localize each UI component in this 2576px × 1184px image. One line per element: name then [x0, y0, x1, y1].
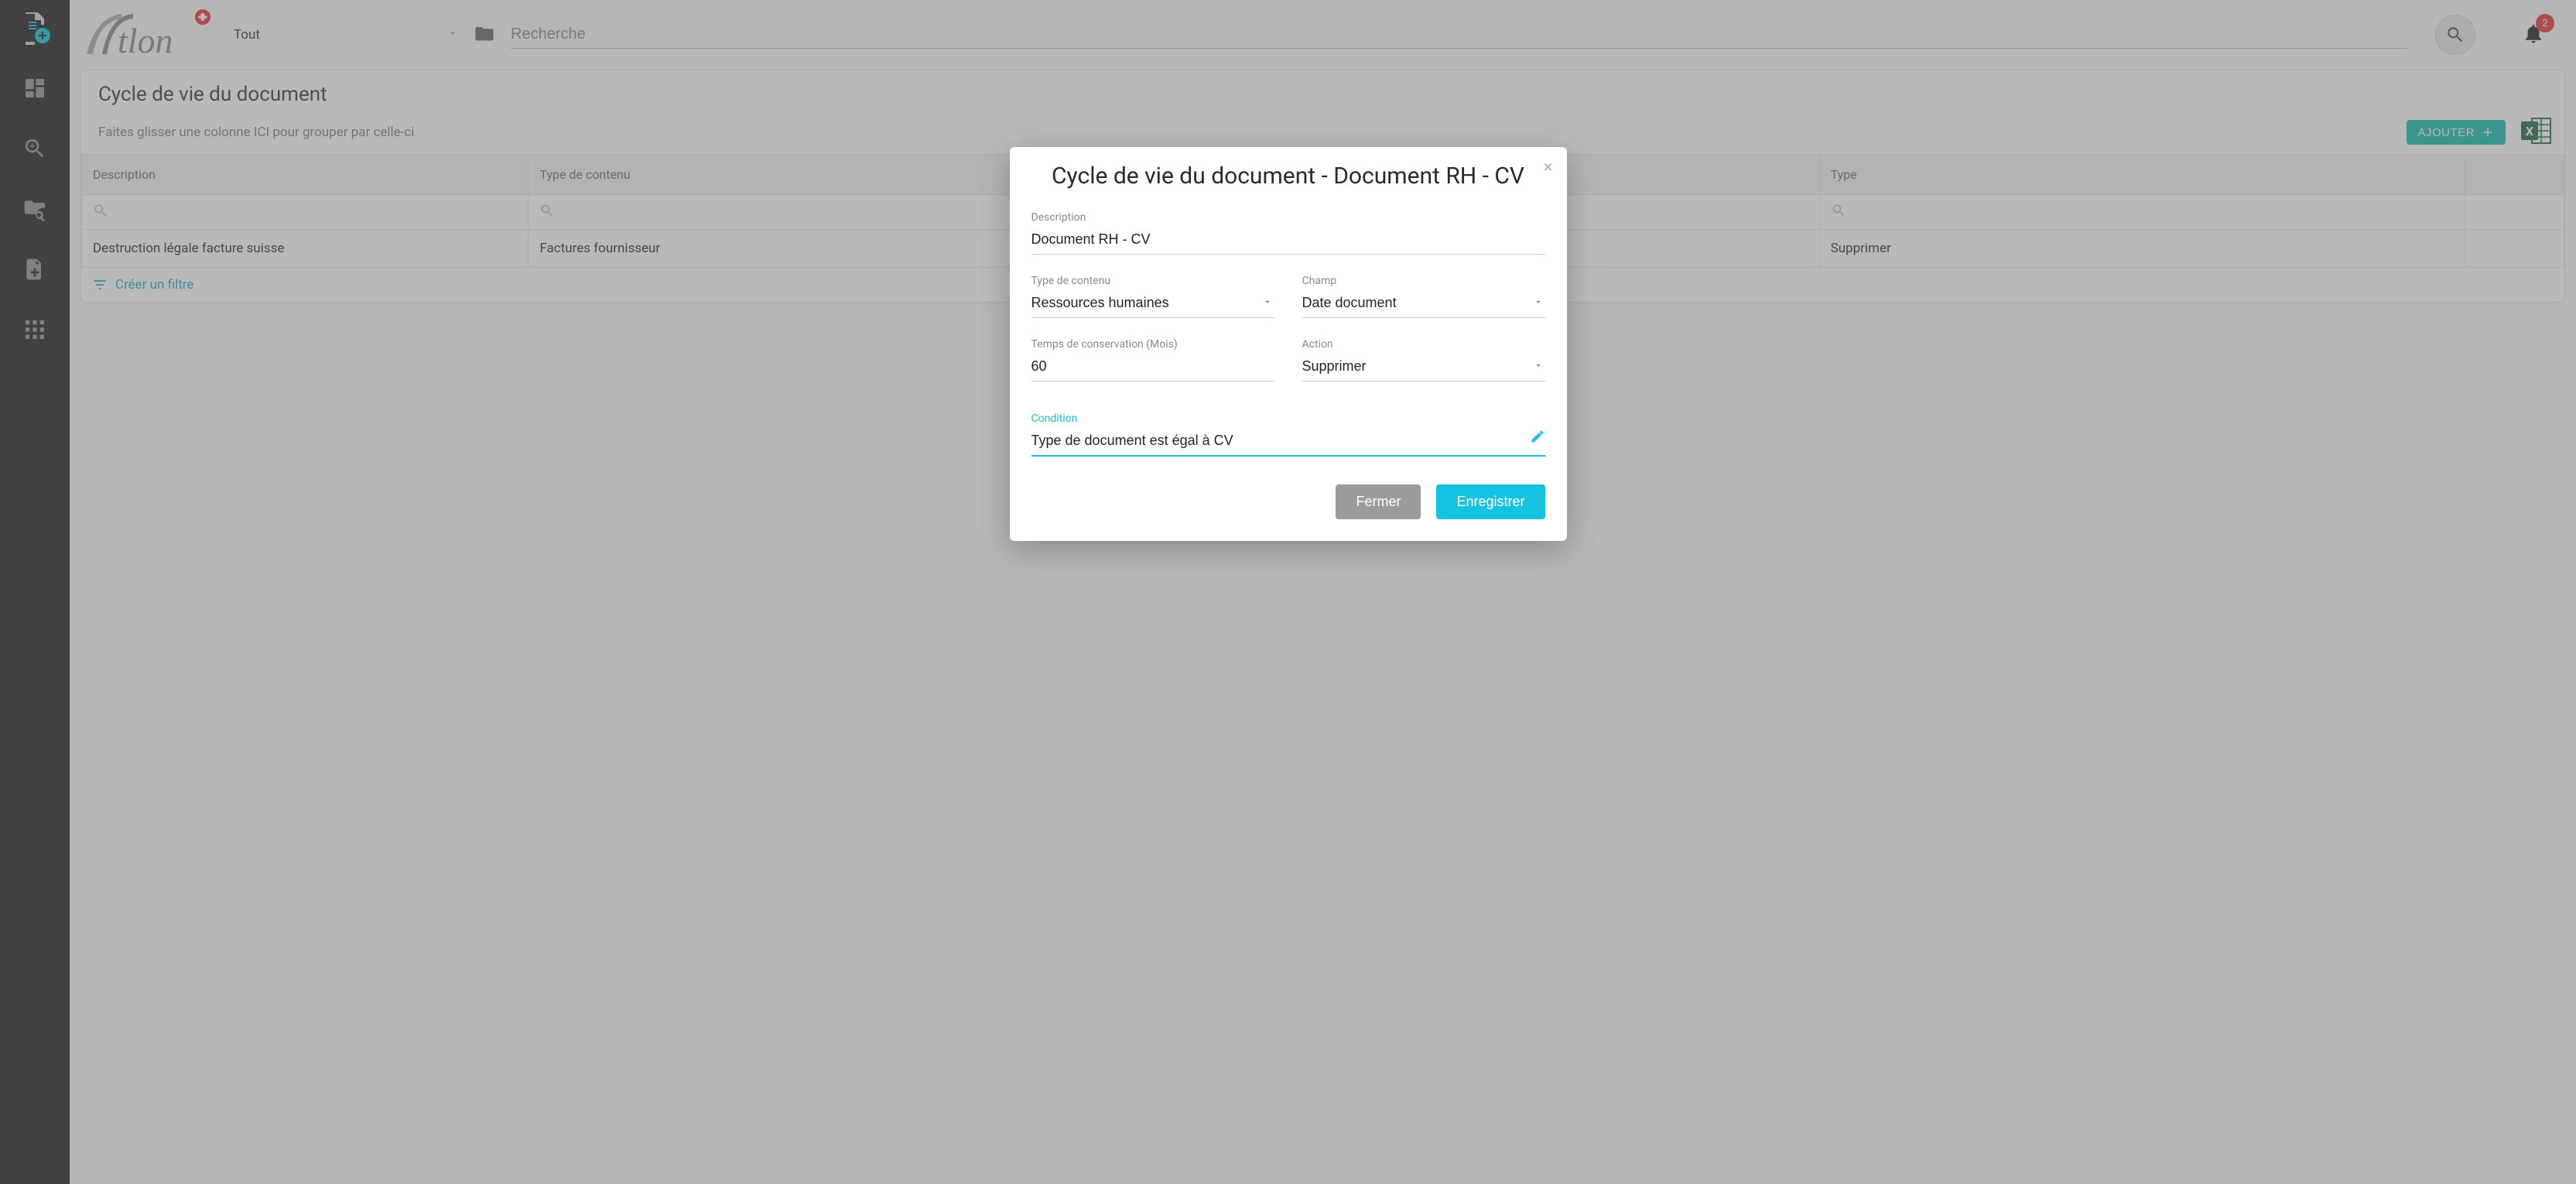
chevron-down-icon — [1533, 359, 1544, 374]
temps-label: Temps de conservation (Mois) — [1031, 338, 1274, 351]
champ-label: Champ — [1302, 275, 1545, 287]
action-select[interactable] — [1302, 354, 1545, 382]
chevron-down-icon — [1262, 296, 1273, 310]
condition-label: Condition — [1031, 412, 1545, 425]
type-contenu-select[interactable] — [1031, 290, 1274, 318]
champ-select[interactable] — [1302, 290, 1545, 318]
modal-close-icon[interactable]: × — [1544, 158, 1553, 177]
description-label: Description — [1031, 211, 1545, 224]
action-label: Action — [1302, 338, 1545, 351]
type-contenu-label: Type de contenu — [1031, 275, 1274, 287]
condition-input[interactable] — [1031, 428, 1545, 457]
save-button[interactable]: Enregistrer — [1436, 484, 1545, 519]
close-button[interactable]: Fermer — [1336, 484, 1421, 519]
lifecycle-modal: × Cycle de vie du document - Document RH… — [1010, 147, 1567, 541]
modal-overlay: × Cycle de vie du document - Document RH… — [0, 0, 2576, 1184]
description-input[interactable] — [1031, 227, 1545, 255]
edit-condition-icon[interactable] — [1530, 429, 1545, 447]
chevron-down-icon — [1533, 296, 1544, 310]
temps-input[interactable] — [1031, 354, 1274, 382]
modal-title: Cycle de vie du document - Document RH -… — [1031, 163, 1545, 190]
